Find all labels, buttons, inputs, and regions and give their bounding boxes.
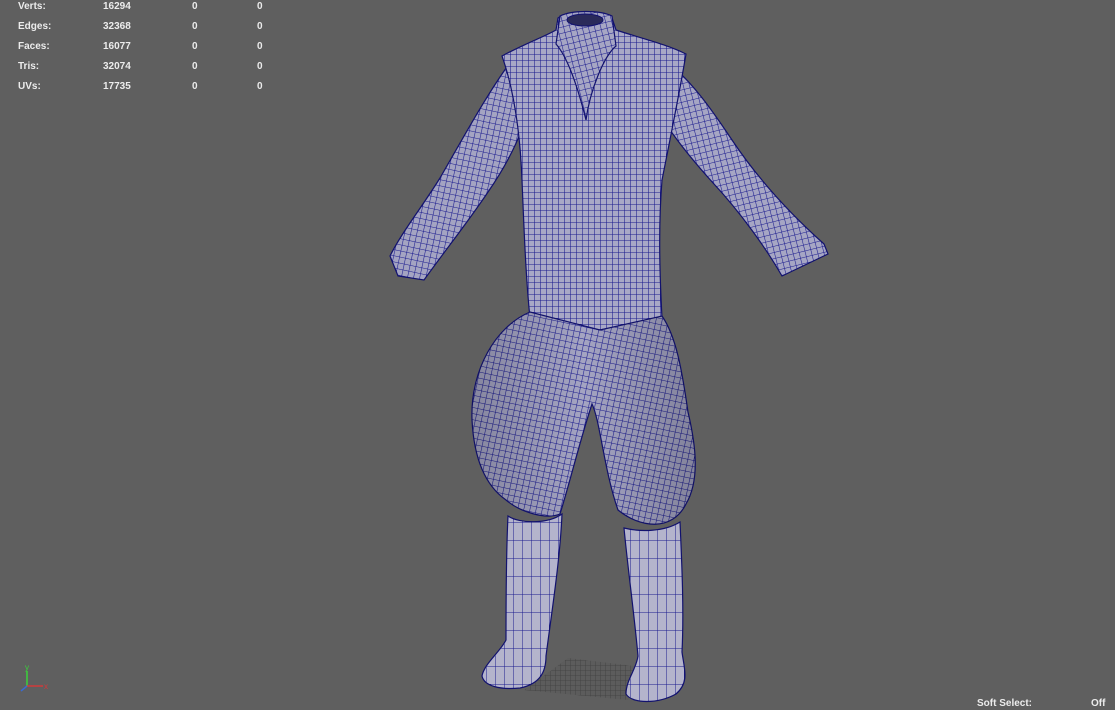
hud-value: 16294 [103,1,131,12]
hud-row-verts: Verts: 16294 0 0 [0,0,280,20]
hud-row-tris: Tris: 32074 0 0 [0,60,280,80]
axis-x-label: x [44,682,48,691]
hud-selected-other: 0 [257,41,263,52]
hud-value: 17735 [103,81,131,92]
3d-viewport[interactable]: Verts: 16294 0 0 Edges: 32368 0 0 Faces:… [0,0,1115,710]
hud-selected-other: 0 [257,21,263,32]
hud-label: Edges: [18,21,52,32]
hud-selected-other: 0 [257,1,263,12]
hud-value: 32368 [103,21,131,32]
right-boot [623,520,686,703]
hud-row-edges: Edges: 32368 0 0 [0,20,280,40]
hud-label: Verts: [18,1,46,12]
axis-y-label: y [25,663,29,672]
axis-gizmo: y x [20,663,48,692]
soft-select-status: Soft Select: Off [977,698,1107,710]
left-sleeve [389,58,529,281]
hud-selected: 0 [192,21,198,32]
soft-select-value: Off [1091,698,1106,709]
hud-row-faces: Faces: 16077 0 0 [0,40,280,60]
hud-selected: 0 [192,61,198,72]
hud-label: Faces: [18,41,50,52]
hud-label: UVs: [18,81,41,92]
soft-select-label: Soft Select: [977,698,1033,709]
wireframe-suit-model[interactable] [0,0,1115,710]
hud-row-uvs: UVs: 17735 0 0 [0,80,280,100]
hud-selected: 0 [192,1,198,12]
right-sleeve [661,56,829,277]
left-boot [481,512,563,690]
collar-opening [566,13,604,27]
hud-label: Tris: [18,61,40,72]
hud-selected: 0 [192,81,198,92]
hud-selected-other: 0 [257,61,263,72]
hud-selected: 0 [192,41,198,52]
axis-z-line [20,685,28,692]
breeches-shading [471,312,696,525]
hud-value: 16077 [103,41,131,52]
hud-value: 32074 [103,61,131,72]
poly-count-hud: Verts: 16294 0 0 Edges: 32368 0 0 Faces:… [0,0,280,100]
hud-selected-other: 0 [257,81,263,92]
